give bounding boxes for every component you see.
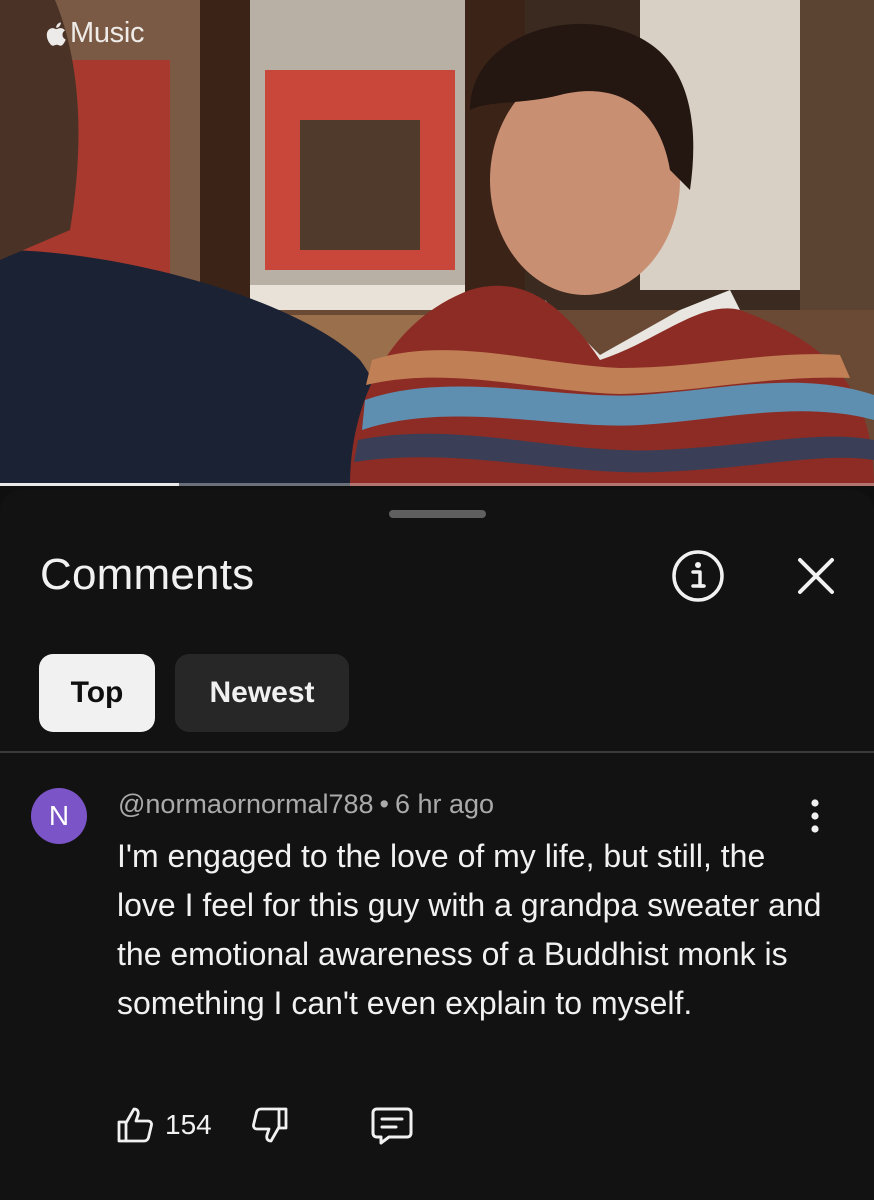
close-button[interactable] <box>790 550 842 602</box>
comment-time: 6 hr ago <box>394 789 495 819</box>
video-progress-bar[interactable] <box>0 483 874 486</box>
like-count: 154 <box>165 1109 212 1140</box>
video-frame <box>0 0 874 486</box>
close-icon <box>798 558 834 594</box>
avatar[interactable]: N <box>31 788 87 844</box>
thumbs-down-icon <box>252 1107 288 1143</box>
comment-meta: @normaornormal788 • 6 hr ago <box>118 789 494 820</box>
avatar-letter: N <box>48 800 70 831</box>
drag-handle[interactable] <box>389 510 486 518</box>
meta-separator: • <box>379 789 389 819</box>
comment-text: I'm engaged to the love of my life, but … <box>117 838 822 1021</box>
more-options-button[interactable] <box>800 795 830 837</box>
thumbs-up-icon <box>117 1107 153 1143</box>
reply-comment-icon <box>371 1107 413 1145</box>
dislike-button[interactable] <box>250 1100 290 1150</box>
info-button[interactable] <box>670 548 726 604</box>
more-vertical-icon <box>811 799 819 833</box>
apple-music-watermark: Music <box>46 17 145 50</box>
watermark-label: Music <box>70 17 145 49</box>
apple-logo-icon <box>46 22 66 46</box>
comment-author[interactable]: @normaornormal788 <box>118 789 374 819</box>
panel-title: Comments <box>40 550 255 599</box>
info-circle-icon <box>672 550 724 602</box>
filter-chip-top[interactable]: Top <box>39 654 155 732</box>
reply-button[interactable] <box>368 1100 416 1150</box>
video-player[interactable]: Music <box>0 0 874 486</box>
like-button[interactable]: 154 <box>115 1100 212 1150</box>
video-progress-fill <box>0 483 180 486</box>
divider <box>0 751 874 753</box>
comments-panel: Comments Top Newest N @normaornormal788 •… <box>0 490 874 1200</box>
filter-chip-newest[interactable]: Newest <box>175 654 349 732</box>
